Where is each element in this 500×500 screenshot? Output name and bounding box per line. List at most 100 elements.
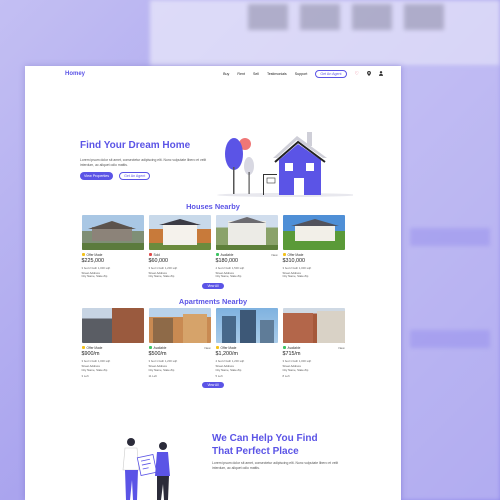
backdrop-block [410, 228, 490, 246]
house-address-city: City Name, State Zip [148, 274, 175, 279]
apartment-status: Available [287, 345, 301, 350]
house-specs: 4 bed 2 bath 1,500 sqft [215, 265, 245, 270]
nav-link-support[interactable]: Support [295, 72, 308, 76]
apartment-units-left: 11 Left [148, 373, 157, 378]
apartment-price: $715/m [282, 351, 301, 358]
apartment-address-city: City Name, State Zip [282, 367, 309, 372]
house-status-row: Sold [148, 252, 211, 257]
help-title-line2: That Perfect Place [212, 446, 299, 457]
hero-buttons: View Properties Get An Agent [80, 172, 151, 181]
status-indicator [81, 253, 85, 256]
apartment-photo[interactable] [148, 308, 211, 344]
house-card[interactable]: Available New $180,000 4 bed 2 bath 1,50… [215, 215, 278, 279]
apartment-address-city: City Name, State Zip [215, 367, 242, 372]
apartment-address-city: City Name, State Zip [148, 367, 175, 372]
house-price: $60,000 [148, 258, 169, 264]
apartment-status: Offer Made [86, 345, 103, 350]
new-tag: New [271, 252, 278, 257]
house-address-city: City Name, State Zip [81, 274, 108, 279]
apartment-units-left: 5 Left [215, 373, 223, 378]
house-status: Offer Made [287, 252, 304, 257]
house-photo[interactable] [215, 215, 278, 250]
house-status-row: Offer Made [81, 252, 144, 257]
status-indicator [81, 346, 85, 350]
house-card[interactable]: Sold $60,000 3 bed 1 bath 1,200 sqft Str… [148, 215, 211, 279]
apartments-view-all-button[interactable]: View All [202, 381, 224, 388]
status-indicator [215, 253, 219, 256]
apartment-specs: 4 bed 2 bath 1,200 sqft [215, 358, 245, 363]
backdrop-thumb [352, 4, 392, 30]
house-photo[interactable] [148, 215, 211, 250]
nav-link-buy[interactable]: Buy [223, 72, 229, 76]
apartment-specs: 3 bed 1 bath 1,200 sqft [148, 358, 178, 363]
backdrop-block [410, 330, 490, 348]
house-status: Offer Made [86, 252, 103, 257]
help-description: Lorem ipsum dolor sit amet, consectetur … [212, 461, 339, 470]
get-an-agent-button[interactable]: Get An Agent [315, 70, 347, 78]
hero-get-agent-button[interactable]: Get An Agent [119, 172, 151, 181]
apartment-status: Offer Made [220, 345, 237, 350]
apartment-status-row: Available New [282, 345, 345, 350]
apartment-status: Available [153, 345, 167, 350]
house-card[interactable]: Offer Made $310,000 3 bed 2 bath 1,000 s… [282, 215, 345, 279]
house-address-city: City Name, State Zip [215, 274, 242, 279]
house-specs: 3 bed 1 bath 1,200 sqft [148, 265, 178, 270]
hero-description: Lorem ipsum dolor sit amet, consectetur … [80, 158, 207, 167]
house-status-row: Offer Made [282, 252, 345, 257]
house-price: $180,000 [215, 258, 238, 264]
house-card[interactable]: Offer Made $225,000 3 bed 2 bath 1,000 s… [81, 215, 144, 279]
apartment-status-row: Offer Made [81, 345, 144, 350]
status-indicator [282, 346, 286, 350]
apartment-status-row: Offer Made [215, 345, 278, 350]
status-indicator [148, 253, 152, 256]
location-pin-icon[interactable] [367, 70, 371, 78]
apartment-photo[interactable] [215, 308, 278, 344]
apartment-card[interactable]: Available New $715/m 3 bed 1 bath 1,000 … [282, 308, 345, 378]
apartment-specs: 3 bed 1 bath 1,000 sqft [282, 358, 312, 363]
nav-link-rent[interactable]: Rent [237, 72, 245, 76]
apartment-units-left: 3 Left [81, 373, 89, 378]
apartments-cards: Offer Made $900/m 3 bed 1 bath 1,000 sqf… [25, 308, 401, 378]
backdrop-panel-right [400, 66, 500, 500]
status-indicator [148, 346, 152, 350]
apartment-status-row: Available New [148, 345, 211, 350]
apartment-price: $900/m [81, 351, 100, 358]
new-tag: New [338, 345, 345, 350]
house-address-city: City Name, State Zip [282, 274, 309, 279]
hero-section: Find Your Dream Home Lorem ipsum dolor s… [25, 82, 401, 197]
new-tag: New [204, 345, 211, 350]
apartment-units-left: 8 Left [282, 373, 290, 378]
apartment-photo[interactable] [282, 308, 345, 344]
apartment-card[interactable]: Offer Made $1,200/m 4 bed 2 bath 1,200 s… [215, 308, 278, 378]
status-indicator [215, 346, 219, 350]
house-specs: 3 bed 2 bath 1,000 sqft [81, 265, 111, 270]
apartment-photo[interactable] [81, 308, 144, 344]
house-photo[interactable] [282, 215, 345, 250]
help-section-title: We Can Help You Find That Perfect Place [212, 432, 318, 458]
backdrop-thumb [248, 4, 288, 30]
heart-icon[interactable]: ♡ [355, 71, 359, 77]
house-illustration [217, 132, 353, 197]
nav-links: Buy Rent Sell Testimonials Support Get A… [223, 70, 383, 78]
help-title-line1: We Can Help You Find [212, 433, 318, 444]
homey-page: Homey Buy Rent Sell Testimonials Support… [25, 66, 401, 500]
houses-cards: Offer Made $225,000 3 bed 2 bath 1,000 s… [25, 215, 401, 279]
view-properties-button[interactable]: View Properties [80, 172, 114, 181]
hero-title: Find Your Dream Home [80, 140, 191, 151]
top-nav: Homey Buy Rent Sell Testimonials Support… [25, 66, 401, 82]
apartment-price: $500/m [148, 351, 167, 358]
houses-view-all-button[interactable]: View All [202, 283, 224, 290]
apartment-card[interactable]: Offer Made $900/m 3 bed 1 bath 1,000 sqf… [81, 308, 144, 378]
apartment-card[interactable]: Available New $500/m 3 bed 1 bath 1,200 … [148, 308, 211, 378]
nav-link-sell[interactable]: Sell [253, 72, 259, 76]
user-icon[interactable] [379, 70, 383, 78]
house-price: $225,000 [81, 258, 104, 264]
homey-logo[interactable]: Homey [65, 71, 85, 77]
nav-link-testimonials[interactable]: Testimonials [267, 72, 287, 76]
apartment-specs: 3 bed 1 bath 1,000 sqft [81, 358, 111, 363]
apartments-section-title: Apartments Nearby [178, 297, 248, 307]
apartment-price: $1,200/m [215, 351, 238, 358]
house-specs: 3 bed 2 bath 1,000 sqft [282, 265, 312, 270]
apartment-address-city: City Name, State Zip [81, 367, 108, 372]
house-photo[interactable] [81, 215, 144, 250]
